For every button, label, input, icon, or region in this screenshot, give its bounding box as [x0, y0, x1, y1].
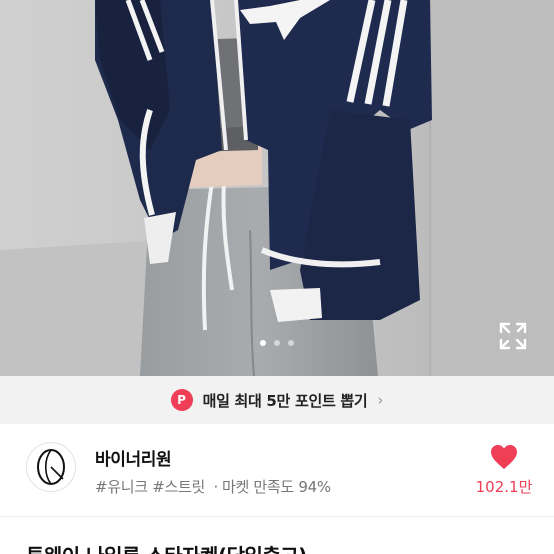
product-photo[interactable] [0, 0, 554, 376]
seller-name[interactable]: 바이너리원 [95, 445, 172, 470]
like-count: 102.1만 [475, 478, 533, 496]
point-promo-banner[interactable]: P 매일 최대 5만 포인트 뽑기 › [0, 376, 554, 424]
seller-section: 바이너리원 #유니크 #스트릿 · 마켓 만족도 94% 102.1만 [0, 424, 554, 516]
carousel-dot[interactable] [260, 340, 266, 346]
seller-meta: #유니크 #스트릿 · 마켓 만족도 94% [95, 476, 331, 497]
section-divider [0, 516, 554, 517]
seller-tags: #유니크 #스트릿 [95, 478, 206, 496]
product-photo-illustration [0, 0, 554, 376]
carousel-dot[interactable] [274, 340, 280, 346]
expand-icon[interactable] [497, 320, 529, 352]
like-button[interactable]: 102.1만 [468, 440, 540, 500]
product-title: 투웨이 나일론 스타자켓(당일출고) [26, 540, 307, 554]
carousel-indicator [0, 340, 554, 346]
market-satisfaction: 마켓 만족도 94% [221, 478, 331, 496]
promo-text: 매일 최대 5만 포인트 뽑기 [202, 391, 368, 410]
chevron-right-icon: › [377, 391, 384, 409]
carousel-dot[interactable] [288, 340, 294, 346]
heart-icon [491, 445, 517, 469]
point-badge-icon: P [170, 389, 193, 411]
meta-separator: · [213, 478, 218, 496]
seller-logo-icon[interactable] [26, 442, 76, 492]
